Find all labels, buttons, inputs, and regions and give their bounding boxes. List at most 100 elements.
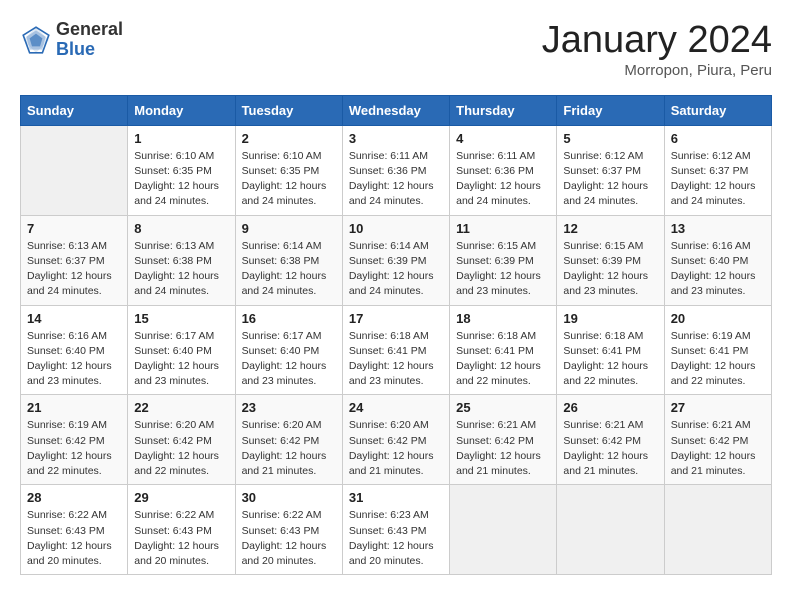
day-info: Sunrise: 6:20 AMSunset: 6:42 PMDaylight:… [134,418,228,479]
week-row-4: 21Sunrise: 6:19 AMSunset: 6:42 PMDayligh… [21,395,772,485]
day-info: Sunrise: 6:15 AMSunset: 6:39 PMDaylight:… [563,239,657,300]
day-number: 6 [671,131,765,146]
day-number: 22 [134,400,228,415]
day-header-friday: Friday [557,95,664,125]
calendar-cell: 4 Sunrise: 6:11 AMSunset: 6:36 PMDaylight… [450,125,557,215]
day-info: Sunrise: 6:10 AMSunset: 6:35 PMDaylight:… [242,149,336,210]
day-number: 27 [671,400,765,415]
calendar-header: SundayMondayTuesdayWednesdayThursdayFrid… [21,95,772,125]
calendar-cell: 23 Sunrise: 6:20 AMSunset: 6:42 PMDayligh… [235,395,342,485]
day-number: 21 [27,400,121,415]
day-info: Sunrise: 6:22 AMSunset: 6:43 PMDaylight:… [134,508,228,569]
day-info: Sunrise: 6:18 AMSunset: 6:41 PMDaylight:… [456,329,550,390]
day-number: 11 [456,221,550,236]
calendar-cell: 16 Sunrise: 6:17 AMSunset: 6:40 PMDayligh… [235,305,342,395]
day-info: Sunrise: 6:21 AMSunset: 6:42 PMDaylight:… [456,418,550,479]
calendar-cell: 30Sunrise: 6:22 AMSunset: 6:43 PMDayligh… [235,485,342,575]
day-info: Sunrise: 6:23 AMSunset: 6:43 PMDaylight:… [349,508,443,569]
calendar-body: 1 Sunrise: 6:10 AMSunset: 6:35 PMDaylight… [21,125,772,574]
day-info: Sunrise: 6:16 AMSunset: 6:40 PMDaylight:… [27,329,121,390]
day-info: Sunrise: 6:20 AMSunset: 6:42 PMDaylight:… [242,418,336,479]
day-info: Sunrise: 6:20 AMSunset: 6:42 PMDaylight:… [349,418,443,479]
day-header-wednesday: Wednesday [342,95,449,125]
calendar-cell: 29Sunrise: 6:22 AMSunset: 6:43 PMDayligh… [128,485,235,575]
day-number: 4 [456,131,550,146]
day-header-sunday: Sunday [21,95,128,125]
day-info: Sunrise: 6:19 AMSunset: 6:41 PMDaylight:… [671,329,765,390]
calendar-cell: 12 Sunrise: 6:15 AMSunset: 6:39 PMDayligh… [557,215,664,305]
day-number: 16 [242,311,336,326]
calendar-cell: 9 Sunrise: 6:14 AMSunset: 6:38 PMDaylight… [235,215,342,305]
location-subtitle: Morropon, Piura, Peru [542,62,772,79]
calendar-cell [21,125,128,215]
week-row-1: 1 Sunrise: 6:10 AMSunset: 6:35 PMDaylight… [21,125,772,215]
day-info: Sunrise: 6:13 AMSunset: 6:38 PMDaylight:… [134,239,228,300]
calendar-cell: 18Sunrise: 6:18 AMSunset: 6:41 PMDayligh… [450,305,557,395]
calendar-cell: 17 Sunrise: 6:18 AMSunset: 6:41 PMDayligh… [342,305,449,395]
calendar-cell: 11 Sunrise: 6:15 AMSunset: 6:39 PMDayligh… [450,215,557,305]
day-number: 5 [563,131,657,146]
day-header-thursday: Thursday [450,95,557,125]
calendar-cell: 7 Sunrise: 6:13 AMSunset: 6:37 PMDaylight… [21,215,128,305]
logo: General Blue [20,20,123,60]
day-number: 23 [242,400,336,415]
calendar-cell: 19 Sunrise: 6:18 AMSunset: 6:41 PMDayligh… [557,305,664,395]
day-info: Sunrise: 6:12 AMSunset: 6:37 PMDaylight:… [563,149,657,210]
day-number: 1 [134,131,228,146]
day-number: 3 [349,131,443,146]
day-number: 2 [242,131,336,146]
day-header-saturday: Saturday [664,95,771,125]
day-info: Sunrise: 6:11 AMSunset: 6:36 PMDaylight:… [349,149,443,210]
calendar-cell: 13 Sunrise: 6:16 AMSunset: 6:40 PMDayligh… [664,215,771,305]
calendar-cell: 31 Sunrise: 6:23 AMSunset: 6:43 PMDayligh… [342,485,449,575]
day-info: Sunrise: 6:14 AMSunset: 6:39 PMDaylight:… [349,239,443,300]
day-number: 17 [349,311,443,326]
day-number: 20 [671,311,765,326]
logo-icon [20,24,52,56]
day-info: Sunrise: 6:14 AMSunset: 6:38 PMDaylight:… [242,239,336,300]
day-info: Sunrise: 6:16 AMSunset: 6:40 PMDaylight:… [671,239,765,300]
day-number: 15 [134,311,228,326]
day-info: Sunrise: 6:13 AMSunset: 6:37 PMDaylight:… [27,239,121,300]
day-number: 31 [349,490,443,505]
day-number: 19 [563,311,657,326]
day-info: Sunrise: 6:11 AMSunset: 6:36 PMDaylight:… [456,149,550,210]
calendar-cell: 14Sunrise: 6:16 AMSunset: 6:40 PMDayligh… [21,305,128,395]
header-row: SundayMondayTuesdayWednesdayThursdayFrid… [21,95,772,125]
week-row-2: 7 Sunrise: 6:13 AMSunset: 6:37 PMDaylight… [21,215,772,305]
calendar-cell [450,485,557,575]
day-number: 25 [456,400,550,415]
calendar-cell: 3 Sunrise: 6:11 AMSunset: 6:36 PMDaylight… [342,125,449,215]
day-number: 12 [563,221,657,236]
page-header: General Blue January 2024 Morropon, Piur… [20,20,772,79]
day-info: Sunrise: 6:10 AMSunset: 6:35 PMDaylight:… [134,149,228,210]
day-info: Sunrise: 6:18 AMSunset: 6:41 PMDaylight:… [563,329,657,390]
day-number: 9 [242,221,336,236]
logo-general-text: General [56,20,123,40]
calendar-cell [664,485,771,575]
calendar-cell: 8Sunrise: 6:13 AMSunset: 6:38 PMDaylight… [128,215,235,305]
calendar-cell: 24 Sunrise: 6:20 AMSunset: 6:42 PMDayligh… [342,395,449,485]
day-info: Sunrise: 6:18 AMSunset: 6:41 PMDaylight:… [349,329,443,390]
day-info: Sunrise: 6:17 AMSunset: 6:40 PMDaylight:… [134,329,228,390]
calendar-cell: 15 Sunrise: 6:17 AMSunset: 6:40 PMDayligh… [128,305,235,395]
day-info: Sunrise: 6:15 AMSunset: 6:39 PMDaylight:… [456,239,550,300]
week-row-3: 14Sunrise: 6:16 AMSunset: 6:40 PMDayligh… [21,305,772,395]
calendar-cell: 27 Sunrise: 6:21 AMSunset: 6:42 PMDayligh… [664,395,771,485]
logo-blue-text: Blue [56,40,123,60]
day-number: 26 [563,400,657,415]
day-info: Sunrise: 6:21 AMSunset: 6:42 PMDaylight:… [563,418,657,479]
day-number: 24 [349,400,443,415]
day-header-tuesday: Tuesday [235,95,342,125]
day-number: 13 [671,221,765,236]
day-info: Sunrise: 6:17 AMSunset: 6:40 PMDaylight:… [242,329,336,390]
day-number: 7 [27,221,121,236]
day-info: Sunrise: 6:22 AMSunset: 6:43 PMDaylight:… [27,508,121,569]
day-info: Sunrise: 6:21 AMSunset: 6:42 PMDaylight:… [671,418,765,479]
month-title: January 2024 [542,20,772,62]
day-header-monday: Monday [128,95,235,125]
day-info: Sunrise: 6:22 AMSunset: 6:43 PMDaylight:… [242,508,336,569]
calendar-cell: 25 Sunrise: 6:21 AMSunset: 6:42 PMDayligh… [450,395,557,485]
title-block: January 2024 Morropon, Piura, Peru [542,20,772,79]
logo-text: General Blue [56,20,123,60]
